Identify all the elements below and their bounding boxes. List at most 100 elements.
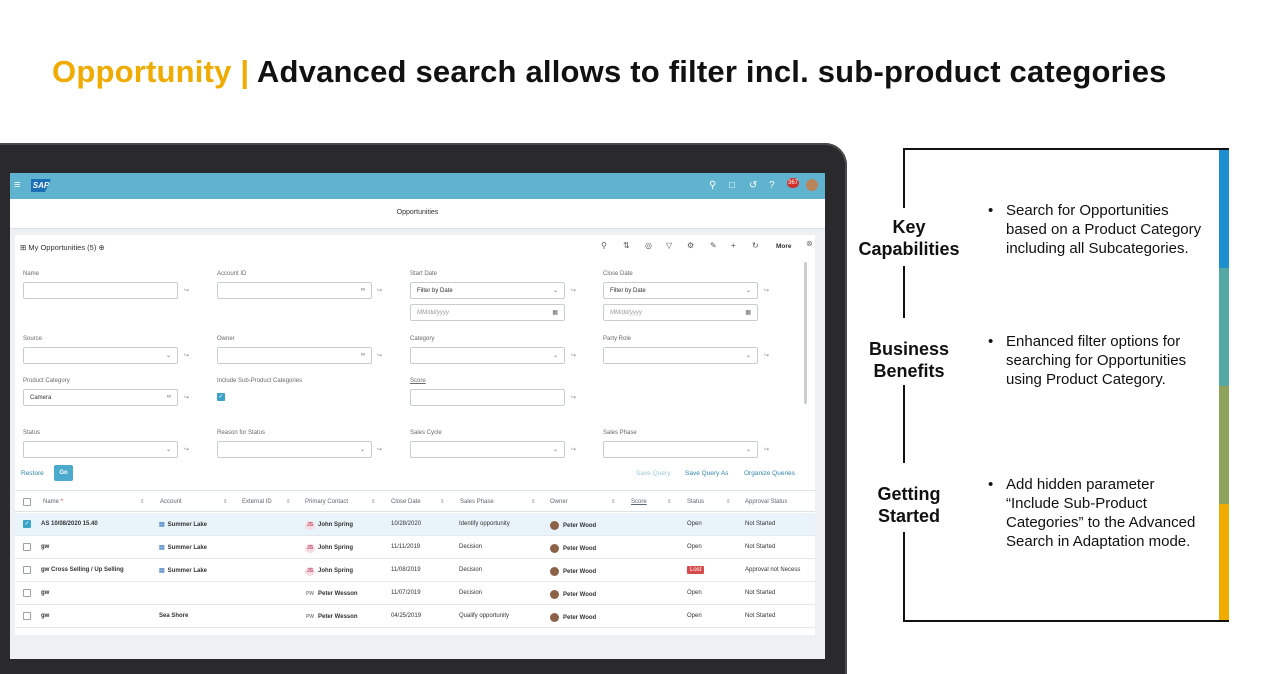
contact-cell[interactable]: JS John Spring [305,567,353,576]
row-checkbox[interactable]: ✓ [23,520,31,528]
sort-icon[interactable]: ⇕ [371,499,376,505]
opportunity-name[interactable]: gw Cross Selling / Up Selling [41,567,124,573]
chevron-down-icon[interactable]: ⌄ [746,446,751,453]
link-icon[interactable]: ∞ [361,287,365,293]
save-query-as-button[interactable]: Save Query As [685,470,728,477]
restore-button[interactable]: Restore [21,470,44,477]
start-date-select[interactable]: Filter by Date ⌄ [410,282,565,299]
transfer-icon[interactable]: ↪ [377,352,382,359]
transfer-icon[interactable]: ↪ [184,287,189,294]
column-score[interactable]: Score [631,499,647,505]
chevron-down-icon[interactable]: ⌄ [553,352,558,359]
transfer-icon[interactable]: ↪ [571,446,576,453]
column-external-id[interactable]: External ID [242,499,272,505]
sort-icon[interactable]: ⇕ [440,499,445,505]
chat-icon[interactable]: □ [729,180,735,191]
opportunity-name[interactable]: AS 10/08/2020 15.40 [41,521,98,527]
transfer-icon[interactable]: ↪ [764,287,769,294]
owner-cell[interactable]: Peter Wood [550,613,596,622]
owner-cell[interactable]: Peter Wood [550,544,596,553]
sort-icon[interactable]: ⇕ [140,499,145,505]
calendar-icon[interactable]: ▦ [552,309,558,316]
include-sub-categories-checkbox[interactable]: ✓ [217,393,225,401]
name-field[interactable] [23,282,178,299]
column-name[interactable]: Name * [43,499,63,505]
calendar-icon[interactable]: ▦ [745,309,751,316]
help-icon[interactable]: ? [769,180,775,191]
owner-cell[interactable]: Peter Wood [550,567,596,576]
select-all-checkbox[interactable] [23,498,31,506]
row-checkbox[interactable] [23,612,31,620]
transfer-icon[interactable]: ↪ [764,352,769,359]
column-approval-status[interactable]: Approval Status [745,499,787,505]
contact-cell[interactable]: JS John Spring [305,521,353,530]
chevron-down-icon[interactable]: ⌄ [553,287,558,294]
chevron-down-icon[interactable]: ⌄ [746,352,751,359]
owner-cell[interactable]: Peter Wood [550,590,596,599]
score-label[interactable]: Score [410,378,426,384]
chevron-down-icon[interactable]: ⌄ [746,287,751,294]
filter-scrollbar[interactable] [804,262,807,404]
start-date-input[interactable]: MM/dd/yyyy ▦ [410,304,565,321]
account-cell[interactable]: ▤ Summer Lake [159,567,207,574]
group-icon[interactable]: ◎ [645,241,652,250]
column-status[interactable]: Status [687,499,704,505]
column-primary-contact[interactable]: Primary Contact [305,499,348,505]
account-id-field[interactable]: ∞ [217,282,372,299]
chevron-down-icon[interactable]: ⌄ [166,446,171,453]
sales-phase-select[interactable]: ⌄ [603,441,758,458]
table-row[interactable]: gw Sea Shore PW Peter Wesson 04/25/2019 Q… [15,605,815,628]
transfer-icon[interactable]: ↪ [571,352,576,359]
transfer-icon[interactable]: ↪ [571,394,576,401]
sap-logo[interactable]: SAP [31,179,51,192]
sort-icon[interactable]: ⇕ [286,499,291,505]
sales-cycle-select[interactable]: ⌄ [410,441,565,458]
settings-icon[interactable]: ⚙ [687,241,694,250]
contact-cell[interactable]: PW Peter Wesson [305,613,358,622]
opportunity-name[interactable]: gw [41,613,49,619]
close-icon[interactable]: ⊗ [806,239,813,248]
transfer-icon[interactable]: ↪ [184,352,189,359]
filter-icon[interactable]: ▽ [666,241,672,250]
transfer-icon[interactable]: ↪ [764,446,769,453]
table-row[interactable]: gw PW Peter Wesson 11/07/2019 Decision Pe… [15,582,815,605]
organize-queries-button[interactable]: Organize Queries [744,470,795,477]
avatar[interactable] [806,179,818,191]
chevron-down-icon[interactable]: ⊕ [98,243,104,252]
account-name[interactable]: Sea Shore [159,613,188,619]
sort-icon[interactable]: ⇕ [611,499,616,505]
reason-for-status-select[interactable]: ⌄ [217,441,372,458]
transfer-icon[interactable]: ↪ [377,446,382,453]
link-icon[interactable]: ∞ [167,394,171,400]
opportunity-name[interactable]: gw [41,590,49,596]
chevron-down-icon[interactable]: ⌄ [360,446,365,453]
search-icon[interactable]: ⚲ [601,241,607,250]
refresh-icon[interactable]: ↻ [752,241,759,250]
add-icon[interactable]: + [731,241,736,250]
hamburger-icon[interactable]: ≡ [14,179,20,191]
history-icon[interactable]: ↺ [749,180,757,191]
save-query-button[interactable]: Save Query [636,470,670,477]
sort-icon[interactable]: ⇅ [623,241,630,250]
contact-cell[interactable]: PW Peter Wesson [305,590,358,599]
transfer-icon[interactable]: ↪ [184,446,189,453]
column-close-date[interactable]: Close Date [391,499,421,505]
transfer-icon[interactable]: ↪ [571,287,576,294]
owner-field[interactable]: ∞ [217,347,372,364]
row-checkbox[interactable] [23,589,31,597]
sort-icon[interactable]: ⇕ [667,499,672,505]
category-select[interactable]: ⌄ [410,347,565,364]
link-icon[interactable]: ∞ [361,352,365,358]
account-cell[interactable]: ▤ Summer Lake [159,544,207,551]
table-row[interactable]: ✓ AS 10/08/2020 15.40 ▤ Summer Lake JS Joh… [15,513,815,536]
search-icon[interactable]: ⚲ [709,180,716,191]
owner-cell[interactable]: Peter Wood [550,521,596,530]
table-row[interactable]: gw ▤ Summer Lake JS John Spring 11/11/2019… [15,536,815,559]
list-title[interactable]: ⊞ My Opportunities (5) ⊕ [20,243,105,252]
table-row[interactable]: gw Cross Selling / Up Selling ▤ Summer La… [15,559,815,582]
go-button[interactable]: Go [54,465,73,481]
sort-icon[interactable]: ⇕ [223,499,228,505]
contact-cell[interactable]: JS John Spring [305,544,353,553]
row-checkbox[interactable] [23,566,31,574]
party-role-select[interactable]: ⌄ [603,347,758,364]
